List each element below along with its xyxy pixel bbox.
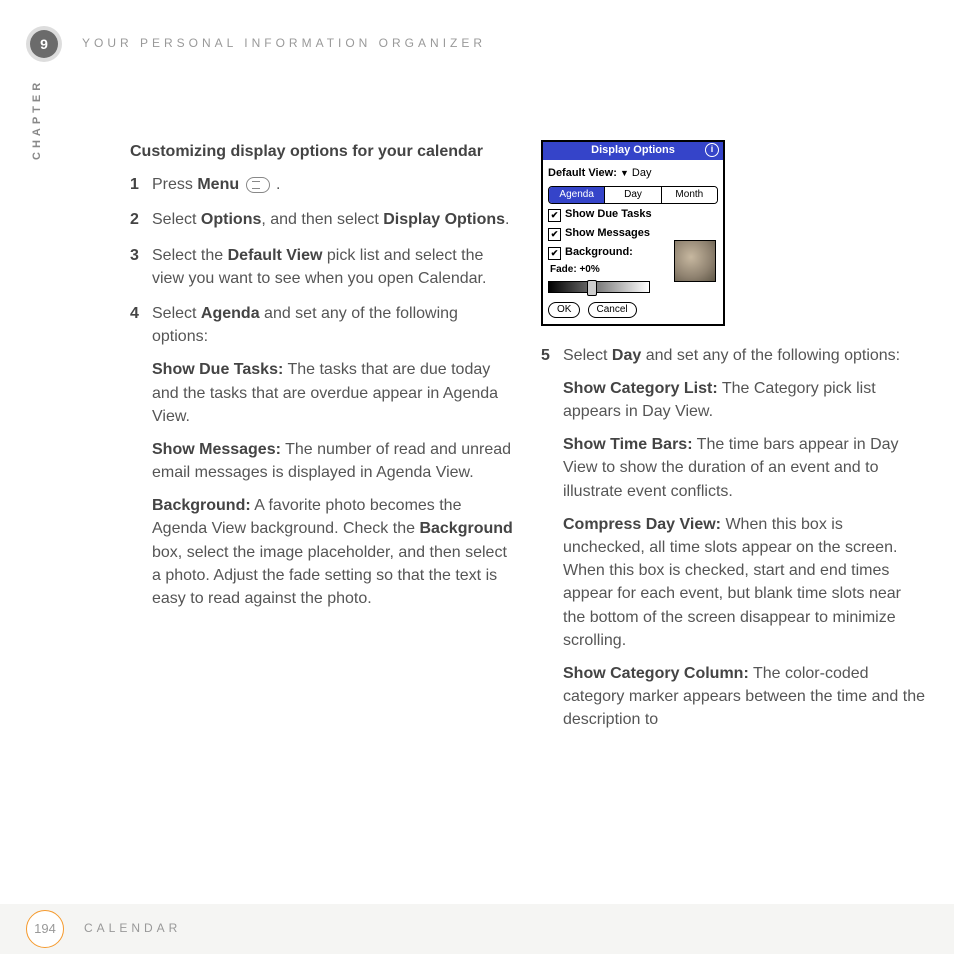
step-number: 3: [130, 244, 152, 290]
footer-label: CALENDAR: [84, 920, 181, 937]
step-bold: Default View: [228, 247, 323, 264]
chapter-number-badge: 9: [30, 30, 58, 58]
step-bold: Day: [612, 347, 641, 364]
step-bold: Agenda: [201, 305, 260, 322]
step-number: 2: [130, 208, 152, 231]
checkbox-icon: ✔: [548, 247, 561, 260]
option-label: Show Time Bars:: [563, 436, 693, 453]
step-number: 1: [130, 173, 152, 196]
page-header: 9 YOUR PERSONAL INFORMATION ORGANIZER: [30, 30, 486, 58]
option-bold: Background: [419, 520, 512, 537]
view-tabs: Agenda Day Month: [548, 186, 718, 205]
tab-day[interactable]: Day: [605, 187, 661, 204]
option-text: When this box is unchecked, all time slo…: [563, 516, 901, 649]
ok-button[interactable]: OK: [548, 302, 580, 318]
step-bold: Menu: [197, 176, 239, 193]
step-4: 4 Select Agenda and set any of the follo…: [130, 302, 515, 610]
fade-slider[interactable]: [548, 281, 650, 293]
default-view-row: Default View: ▼ Day: [548, 166, 718, 182]
step-2: 2 Select Options, and then select Displa…: [130, 208, 515, 231]
fade-label: Fade:: [550, 264, 577, 275]
step-3: 3 Select the Default View pick list and …: [130, 244, 515, 290]
step-1: 1 Press Menu .: [130, 173, 515, 196]
panel-title-bar: Display Options i: [543, 142, 723, 160]
cancel-button[interactable]: Cancel: [588, 302, 637, 318]
fade-value: +0%: [579, 264, 599, 275]
option-label: Show Category List:: [563, 380, 718, 397]
checkbox-icon: ✔: [548, 228, 561, 241]
checkbox-label: Background:: [565, 245, 633, 261]
checkbox-icon: ✔: [548, 209, 561, 222]
header-title: YOUR PERSONAL INFORMATION ORGANIZER: [82, 35, 486, 52]
panel-title-text: Display Options: [591, 144, 675, 156]
chapter-vertical-label: CHAPTER: [30, 79, 46, 160]
step-text: Select: [152, 211, 201, 228]
step-text: , and then select: [261, 211, 383, 228]
option-compress-day-view: Compress Day View: When this box is unch…: [563, 513, 926, 652]
step-text: Select: [152, 305, 201, 322]
chevron-down-icon: ▼: [620, 167, 629, 180]
option-show-category-list: Show Category List: The Category pick li…: [563, 377, 926, 423]
page-footer: 194 CALENDAR: [0, 904, 954, 954]
display-options-screenshot: Display Options i Default View: ▼ Day Ag…: [541, 140, 725, 326]
step-text: .: [505, 211, 509, 228]
step-bold: Display Options: [383, 211, 505, 228]
step-text: Select the: [152, 247, 228, 264]
checkbox-show-due-tasks[interactable]: ✔ Show Due Tasks: [548, 207, 718, 223]
tab-month[interactable]: Month: [662, 187, 717, 204]
option-show-due-tasks: Show Due Tasks: The tasks that are due t…: [152, 358, 515, 428]
default-view-label: Default View:: [548, 167, 617, 179]
step-number: 4: [130, 302, 152, 610]
info-icon: i: [705, 143, 719, 157]
left-column: Customizing display options for your cal…: [130, 140, 515, 743]
step-text: Press: [152, 176, 197, 193]
step-text: Select: [563, 347, 612, 364]
option-label: Show Category Column:: [563, 665, 749, 682]
step-bold: Options: [201, 211, 261, 228]
option-label: Show Messages:: [152, 441, 281, 458]
slider-thumb[interactable]: [587, 280, 597, 296]
step-5: 5 Select Day and set any of the followin…: [541, 344, 926, 732]
checkbox-label: Show Due Tasks: [565, 207, 652, 223]
option-show-time-bars: Show Time Bars: The time bars appear in …: [563, 433, 926, 503]
option-show-messages: Show Messages: The number of read and un…: [152, 438, 515, 484]
background-image-placeholder[interactable]: [674, 240, 716, 282]
step-number: 5: [541, 344, 563, 732]
tab-agenda[interactable]: Agenda: [549, 187, 605, 204]
option-label: Compress Day View:: [563, 516, 721, 533]
right-column: Display Options i Default View: ▼ Day Ag…: [541, 140, 926, 743]
option-text: box, select the image placeholder, and t…: [152, 544, 507, 607]
page-number: 194: [26, 910, 64, 948]
option-label: Background:: [152, 497, 251, 514]
step-text: and set any of the following options:: [641, 347, 900, 364]
option-background: Background: A favorite photo becomes the…: [152, 494, 515, 610]
default-view-value: Day: [632, 167, 652, 179]
option-label: Show Due Tasks:: [152, 361, 283, 378]
section-title: Customizing display options for your cal…: [130, 140, 515, 163]
option-show-category-column: Show Category Column: The color-coded ca…: [563, 662, 926, 732]
checkbox-label: Show Messages: [565, 226, 650, 242]
step-suffix: .: [272, 176, 281, 193]
content-area: Customizing display options for your cal…: [130, 140, 930, 743]
menu-icon: [246, 177, 270, 193]
